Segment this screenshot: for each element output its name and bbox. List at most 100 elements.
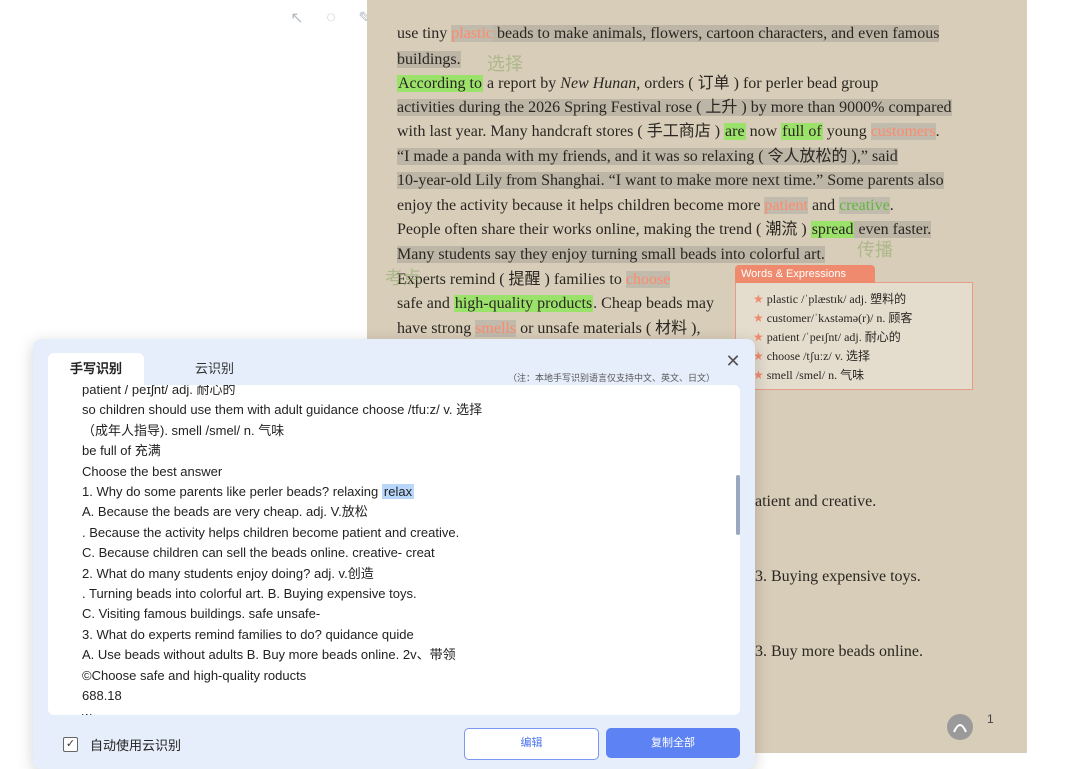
star-icon: ★ — [753, 292, 764, 306]
recognized-line-text: A. Because the beads are very cheap. adj… — [82, 504, 368, 520]
logo-icon — [947, 714, 973, 740]
star-icon: ★ — [753, 330, 764, 344]
page-text-line: have strong smells or unsafe materials (… — [397, 319, 700, 339]
auto-cloud-label: 自动使用云识别 — [90, 738, 182, 753]
page-text-span: patient — [764, 197, 808, 214]
page-text-span: or unsafe materials ( 材料 ), — [516, 320, 701, 337]
close-icon[interactable]: ✕ — [723, 351, 743, 371]
answer-option-line: 3. Buy more beads online. — [755, 643, 923, 660]
recognized-line-text: patient / peɪʃnt/ adj. 耐心的 — [82, 385, 236, 397]
page-text-span: have strong — [397, 320, 476, 337]
tab-cloud[interactable]: 云识别 — [173, 353, 256, 385]
answer-option-line: atient and creative. — [755, 493, 877, 510]
page-text-span: safe and — [397, 295, 454, 312]
word-entry: ★ plastic /ˈplæstɪk/ adj. 塑料的 — [753, 290, 906, 307]
answer-option-line: 3. Buying expensive toys. — [755, 568, 921, 585]
recognized-line-text: 3. What do experts remind families to do… — [82, 626, 414, 642]
page-text-span: . Cheap beads may — [593, 295, 715, 312]
page-text-span: Experts remind ( 提醒 ) families to — [397, 271, 626, 288]
recognized-line-text: C. Visiting famous buildings. safe unsaf… — [82, 606, 321, 622]
page-text-span: 10-year-old Lily from Shanghai. “I want … — [397, 172, 944, 189]
recognized-line-text: so children should use them with adult g… — [82, 402, 483, 418]
page-text-span: high-quality products — [453, 295, 594, 312]
word-entry-text: patient /ˈpeɪʃnt/ adj. 耐心的 — [766, 330, 901, 344]
word-entry: ★ choose /tʃuːz/ v. 选择 — [753, 347, 870, 364]
word-entry: ★ smell /smel/ n. 气味 — [753, 366, 864, 383]
page-text-line: activities during the 2026 Spring Festiv… — [397, 98, 952, 118]
recognized-line: so children should use them with adult g… — [82, 400, 732, 420]
recognized-line-text: . Because the activity helps children be… — [82, 524, 460, 540]
page-text-span: activities during the 2026 Spring Festiv… — [397, 99, 952, 116]
word-entry-text: choose /tʃuːz/ v. 选择 — [766, 349, 870, 363]
recognized-line-text: （成年人指导). smell /smel/ n. 气味 — [82, 422, 285, 438]
cursor-icon[interactable]: ↖ — [283, 4, 311, 32]
edit-button[interactable]: 编辑 — [464, 728, 599, 760]
recognized-line-text: 688.18 — [82, 688, 122, 704]
pencil-note: 传播 — [857, 240, 893, 260]
lasso-icon[interactable]: ◌ — [317, 4, 345, 32]
page-text-span: a report by — [482, 75, 561, 92]
recognized-line-text: ©Choose safe and high-quality roducts — [82, 667, 307, 683]
page-text-span: spread — [810, 221, 855, 238]
page-text-line: According to a report by New Hunan, orde… — [397, 74, 878, 94]
tab-handwriting[interactable]: 手写识别 — [48, 353, 145, 385]
page-text-line: Experts remind ( 提醒 ) families to choose — [397, 270, 671, 290]
recognized-line: C. Visiting famous buildings. safe unsaf… — [82, 604, 732, 624]
recognized-line-text: 2. What do many students enjoy doing? ad… — [82, 565, 374, 581]
page-text-span: use tiny — [397, 25, 452, 42]
recognized-line: 688.18 — [82, 686, 732, 706]
page-text-span: beads to make animals, flowers, cartoon … — [492, 25, 940, 42]
words-box-title: Words & Expressions — [735, 265, 875, 283]
recognized-line-text: 1. Why do some parents like perler beads… — [82, 484, 382, 500]
word-entry-text: smell /smel/ n. 气味 — [766, 368, 865, 382]
recognized-line-text: Choose the best answer — [82, 463, 223, 479]
page-text-span: smells — [475, 320, 517, 337]
pencil-note: 考点 — [385, 268, 421, 288]
recognized-line: patient / peɪʃnt/ adj. 耐心的 — [82, 385, 732, 400]
page-text-span: According to — [397, 75, 483, 92]
page-text-line: “I made a panda with my friends, and it … — [397, 147, 898, 167]
page-text-span: People often share their works online, m… — [397, 221, 811, 238]
recognized-line: w — [82, 707, 732, 716]
page-text-span: New Hunan — [560, 75, 637, 92]
page-text-span: . — [935, 123, 940, 140]
page-text-span: customers — [870, 123, 936, 140]
recognized-line-text: be full of 充满 — [82, 443, 161, 459]
recognized-line: A. Use beads without adults B. Buy more … — [82, 645, 732, 665]
page-text-span: . — [889, 197, 894, 214]
recognized-line-text: A. Use beads without adults B. Buy more … — [82, 647, 456, 663]
recognized-line: 1. Why do some parents like perler beads… — [82, 482, 732, 502]
star-icon: ★ — [753, 311, 764, 325]
page-text-span: young — [822, 123, 871, 140]
page-text-span: full of — [781, 123, 823, 140]
page-text-span: , orders ( 订单 ) for perler bead group — [636, 75, 879, 92]
page-text-line: 10-year-old Lily from Shanghai. “I want … — [397, 171, 944, 191]
page-text-span: creative — [839, 197, 890, 214]
page-text-line: safe and high-quality products. Cheap be… — [397, 294, 714, 314]
recognized-line-text: C. Because children can sell the beads o… — [82, 545, 435, 561]
word-entry: ★ patient /ˈpeɪʃnt/ adj. 耐心的 — [753, 328, 901, 345]
handwriting-recognition-dialog: 手写识别 云识别 ✕ （注：本地手写识别语言仅支持中文、英文、日文） patie… — [33, 339, 755, 769]
auto-cloud-row[interactable]: ✓ 自动使用云识别 — [63, 735, 181, 754]
recognized-line: be full of 充满 — [82, 441, 732, 461]
word-entry-text: customer/ˈkʌstəmə(r)/ n. 顾客 — [766, 311, 913, 325]
scrollbar[interactable] — [736, 475, 740, 535]
copy-all-button[interactable]: 复制全部 — [606, 728, 740, 758]
selected-word[interactable]: relax — [381, 484, 415, 500]
page-text-span: with last year. Many handcraft stores ( … — [397, 123, 725, 140]
word-entry: ★ customer/ˈkʌstəmə(r)/ n. 顾客 — [753, 309, 912, 326]
recognized-line: C. Because children can sell the beads o… — [82, 543, 732, 563]
auto-cloud-checkbox[interactable]: ✓ — [63, 737, 78, 752]
recognized-text-area[interactable]: patient / peɪʃnt/ adj. 耐心的 so children sh… — [48, 385, 740, 715]
recognized-line: . Turning beads into colorful art. B. Bu… — [82, 584, 732, 604]
page-text-line: buildings. — [397, 50, 461, 70]
recognized-line-text: w — [82, 709, 91, 716]
recognized-line: 2. What do many students enjoy doing? ad… — [82, 564, 732, 584]
page-text-span: buildings. — [397, 51, 461, 68]
recognized-line: Choose the best answer — [82, 462, 732, 482]
language-note: （注：本地手写识别语言仅支持中文、英文、日文） — [508, 373, 716, 383]
recognized-line: 3. What do experts remind families to do… — [82, 625, 732, 645]
recognized-line: . Because the activity helps children be… — [82, 523, 732, 543]
page-text-line: with last year. Many handcraft stores ( … — [397, 122, 940, 142]
page-text-line: use tiny plastic beads to make animals, … — [397, 24, 940, 44]
